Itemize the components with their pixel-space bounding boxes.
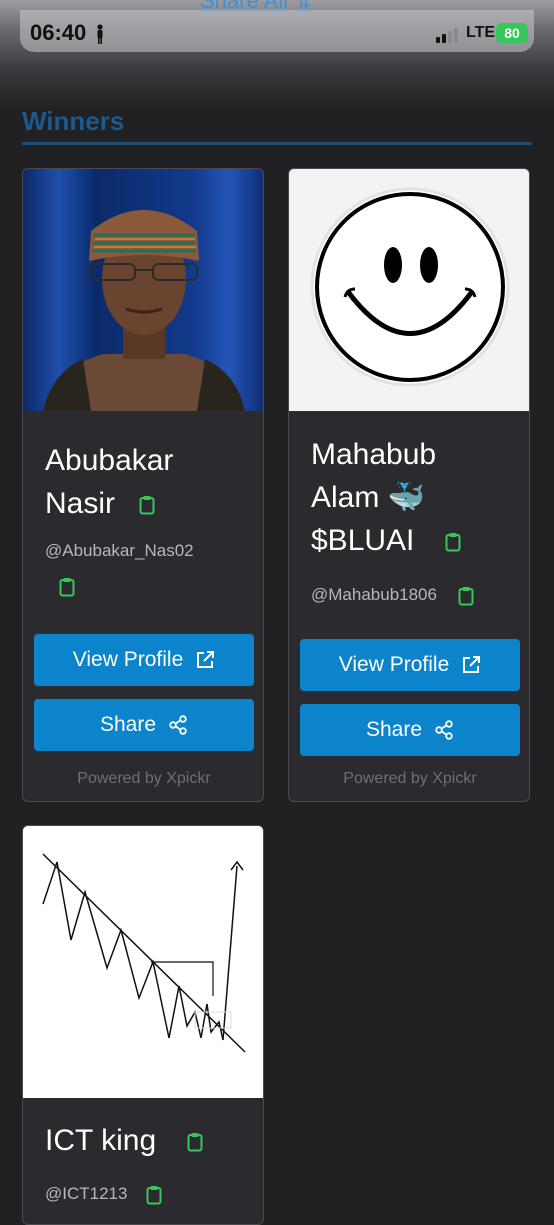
- battery-icon: 80: [496, 23, 528, 43]
- share-label: Share: [365, 718, 423, 741]
- winner-card: Mahabub Alam 🐳 $BLUAI @Mahabub1806 View …: [288, 168, 530, 802]
- share-icon: [435, 720, 453, 740]
- winner-avatar[interactable]: [23, 826, 263, 1098]
- section-title: Winners: [22, 106, 125, 136]
- winner-handle-text: @ICT1213: [45, 1184, 128, 1203]
- external-link-icon: [463, 656, 481, 673]
- winner-handle: @Abubakar_Nas02: [45, 541, 194, 560]
- winner-name-line: Mahabub: [311, 438, 437, 471]
- status-time: 06:40: [30, 20, 87, 45]
- powered-by-text: Powered by Xpickr: [343, 770, 477, 787]
- winner-name-line: Abubakar: [45, 444, 174, 477]
- signal-icon: [436, 28, 458, 43]
- winner-avatar[interactable]: [289, 169, 529, 411]
- winner-handle: @ICT1213: [45, 1184, 162, 1205]
- winner-name: Mahabub Alam 🐳 $BLUAI: [311, 433, 461, 562]
- winner-name-line: $BLUAI: [311, 524, 415, 557]
- powered-by-text: Powered by Xpickr: [77, 770, 211, 787]
- person-icon: [97, 24, 103, 44]
- winner-name: Abubakar Nasir: [45, 439, 173, 525]
- battery-level: 80: [504, 25, 520, 41]
- winner-handle: @Mahabub1806: [311, 585, 474, 606]
- share-label: Share: [99, 713, 157, 736]
- network-type: LTE: [466, 24, 496, 41]
- section-divider: [22, 142, 532, 145]
- view-profile-label: View Profile: [72, 648, 184, 671]
- share-icon: [169, 715, 187, 735]
- winner-name-line: Alam 🐳: [311, 481, 426, 514]
- winner-name: ICT king: [45, 1119, 203, 1162]
- winner-name-line: ICT king: [45, 1124, 157, 1157]
- clipboard-icon[interactable]: [59, 577, 75, 597]
- winner-handle-text: @Mahabub1806: [311, 585, 437, 604]
- winner-card: ICT king @ICT1213: [22, 825, 264, 1225]
- winner-name-line-with-icon: $BLUAI: [311, 519, 461, 562]
- view-profile-label: View Profile: [338, 653, 450, 676]
- clipboard-icon[interactable]: [445, 532, 461, 552]
- winner-card: Abubakar Nasir @Abubakar_Nas02 View Prof…: [22, 168, 264, 802]
- clipboard-icon[interactable]: [187, 1132, 203, 1152]
- external-link-icon: [197, 651, 215, 668]
- clipboard-icon[interactable]: [458, 586, 474, 606]
- view-profile-button[interactable]: View Profile: [300, 639, 520, 691]
- status-bar: 06:40 LTE 80: [0, 10, 554, 58]
- share-button[interactable]: Share: [34, 699, 254, 751]
- clipboard-icon[interactable]: [146, 1185, 162, 1205]
- clipboard-icon[interactable]: [139, 495, 155, 515]
- winner-avatar[interactable]: [23, 169, 263, 411]
- winner-name-line-with-icon: Nasir: [45, 482, 173, 525]
- view-profile-button[interactable]: View Profile: [34, 634, 254, 686]
- winner-name-line: Nasir: [45, 487, 116, 520]
- share-button[interactable]: Share: [300, 704, 520, 756]
